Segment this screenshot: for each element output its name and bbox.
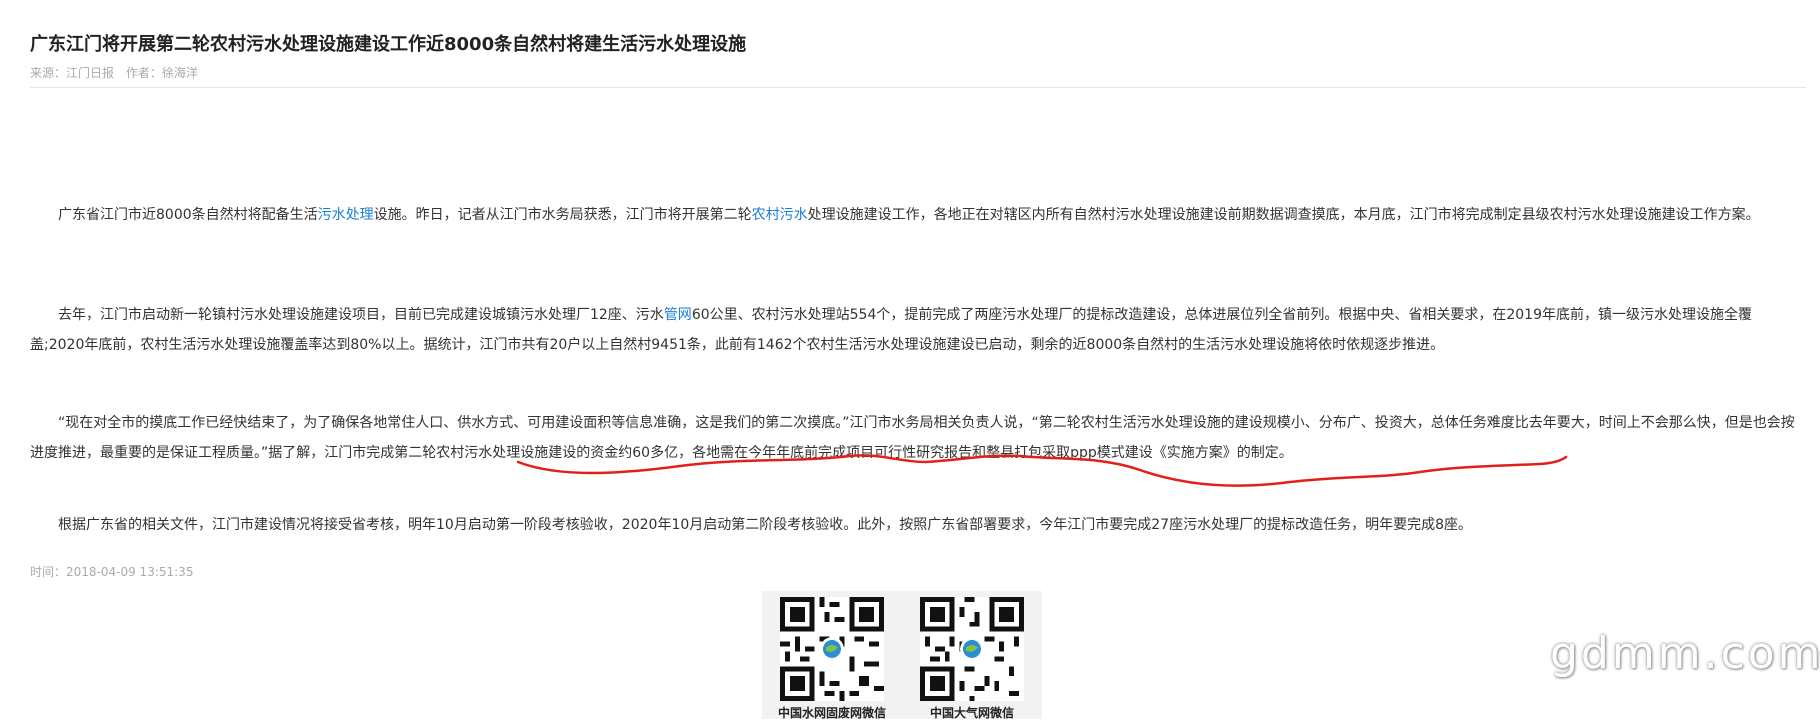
article-source: 来源：江门日报	[30, 66, 115, 80]
publish-time: 时间：2018-04-09 13:51:35	[30, 565, 194, 579]
site-watermark: gdmm.com	[1550, 628, 1820, 679]
page-title: 广东江门将开展第二轮农村污水处理设施建设工作近8000条自然村将建生活污水处理设…	[30, 34, 747, 55]
paragraph-4: 根据广东省的相关文件，江门市建设情况将接受省考核，明年10月启动第一阶段考核验收…	[58, 517, 1472, 533]
qr-item-air: 中国大气网微信	[902, 597, 1042, 721]
qr-code-panel: 中国水网固废网微信 中国大气网微信	[762, 591, 1042, 721]
keyword-link-pipe-network[interactable]: 管网	[664, 307, 692, 323]
keyword-link-rural-wastewater[interactable]: 农村污水	[752, 207, 808, 223]
qr-code-image	[780, 597, 884, 701]
paragraph-2: 去年，江门市启动新一轮镇村污水处理设施建设项目，目前已完成建设城镇污水处理厂12…	[30, 307, 1752, 353]
keyword-link-wastewater-treatment[interactable]: 污水处理	[318, 207, 374, 223]
paragraph-3: “现在对全市的摸底工作已经快结束了，为了确保各地常住人口、供水方式、可用建设面积…	[30, 415, 1795, 461]
qr-item-solid-waste: 中国水网固废网微信	[762, 597, 902, 721]
article-meta: 来源：江门日报 作者：徐海洋	[30, 64, 206, 81]
article-author: 作者：徐海洋	[125, 66, 198, 80]
qr-code-image	[920, 597, 1024, 701]
paragraph-1: 广东省江门市近8000条自然村将配备生活污水处理设施。昨日，记者从江门市水务局获…	[58, 207, 1760, 223]
title-divider	[30, 87, 1806, 88]
